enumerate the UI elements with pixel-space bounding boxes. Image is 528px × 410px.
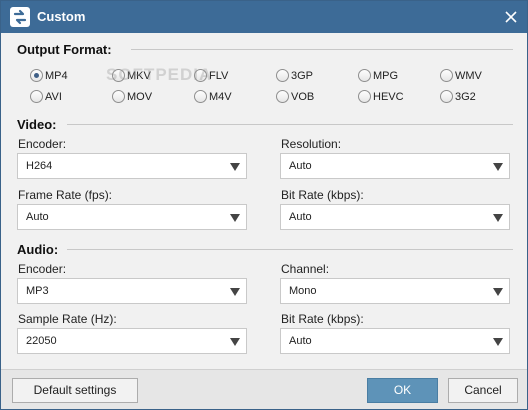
dropdown-arrow-icon (230, 288, 240, 296)
format-label: 3G2 (455, 91, 476, 103)
radio-icon (358, 69, 371, 82)
radio-icon (194, 90, 207, 103)
format-label: MKV (127, 70, 151, 82)
radio-icon (30, 90, 43, 103)
dropdown-arrow-icon (230, 338, 240, 346)
dropdown-arrow-icon (493, 288, 503, 296)
window-title: Custom (37, 9, 86, 24)
audio-divider (67, 249, 513, 250)
dropdown-arrow-icon (230, 163, 240, 171)
video-bit-rate-label: Bit Rate (kbps): (281, 188, 364, 202)
radio-checked-icon (30, 69, 43, 82)
audio-bit-rate-label: Bit Rate (kbps): (281, 312, 364, 326)
custom-dialog: Custom Output Format: MP4 MKV FLV 3GP MP… (0, 0, 528, 410)
video-divider (67, 124, 513, 125)
select-value: H264 (26, 160, 53, 172)
format-label: VOB (291, 91, 315, 103)
output-format-divider (131, 49, 513, 50)
channel-select[interactable]: Mono (280, 278, 510, 304)
dropdown-arrow-icon (493, 163, 503, 171)
select-value: Mono (289, 285, 317, 297)
select-value: Auto (289, 211, 312, 223)
sample-rate-select[interactable]: 22050 (17, 328, 247, 354)
radio-icon (440, 69, 453, 82)
output-format-heading: Output Format: (17, 42, 112, 57)
video-encoder-select[interactable]: H264 (17, 153, 247, 179)
format-label: WMV (455, 70, 482, 82)
resolution-label: Resolution: (281, 137, 342, 151)
frame-rate-label: Frame Rate (fps): (18, 188, 113, 202)
format-label: 3GP (291, 70, 314, 82)
format-label: MPG (373, 70, 399, 82)
radio-icon (276, 69, 289, 82)
ok-button[interactable]: OK (367, 378, 438, 403)
cancel-button[interactable]: Cancel (448, 378, 518, 403)
radio-icon (440, 90, 453, 103)
format-label: M4V (209, 91, 232, 103)
format-label: FLV (209, 70, 229, 82)
dropdown-arrow-icon (493, 214, 503, 222)
format-label: MP4 (45, 70, 68, 82)
audio-encoder-select[interactable]: MP3 (17, 278, 247, 304)
audio-heading: Audio: (17, 242, 59, 257)
video-bit-rate-select[interactable]: Auto (280, 204, 510, 230)
resolution-select[interactable]: Auto (280, 153, 510, 179)
radio-icon (358, 90, 371, 103)
video-heading: Video: (17, 117, 57, 132)
dialog-footer: Default settings OK Cancel (1, 369, 527, 409)
close-icon (505, 11, 517, 23)
channel-label: Channel: (281, 262, 330, 276)
app-icon (10, 7, 30, 27)
select-value: Auto (289, 160, 312, 172)
select-value: Auto (26, 211, 49, 223)
video-encoder-label: Encoder: (18, 137, 67, 151)
title-bar[interactable]: Custom (1, 1, 527, 33)
radio-icon (112, 69, 125, 82)
select-value: Auto (289, 335, 312, 347)
radio-icon (194, 69, 207, 82)
frame-rate-select[interactable]: Auto (17, 204, 247, 230)
dropdown-arrow-icon (230, 214, 240, 222)
close-button[interactable] (501, 7, 521, 27)
audio-encoder-label: Encoder: (18, 262, 67, 276)
sample-rate-label: Sample Rate (Hz): (18, 312, 117, 326)
radio-icon (112, 90, 125, 103)
format-label: MOV (127, 91, 153, 103)
radio-icon (276, 90, 289, 103)
select-value: 22050 (26, 335, 57, 347)
dropdown-arrow-icon (493, 338, 503, 346)
select-value: MP3 (26, 285, 49, 297)
audio-bit-rate-select[interactable]: Auto (280, 328, 510, 354)
format-label: AVI (45, 91, 62, 103)
default-settings-button[interactable]: Default settings (12, 378, 138, 403)
format-label: HEVC (373, 91, 404, 103)
